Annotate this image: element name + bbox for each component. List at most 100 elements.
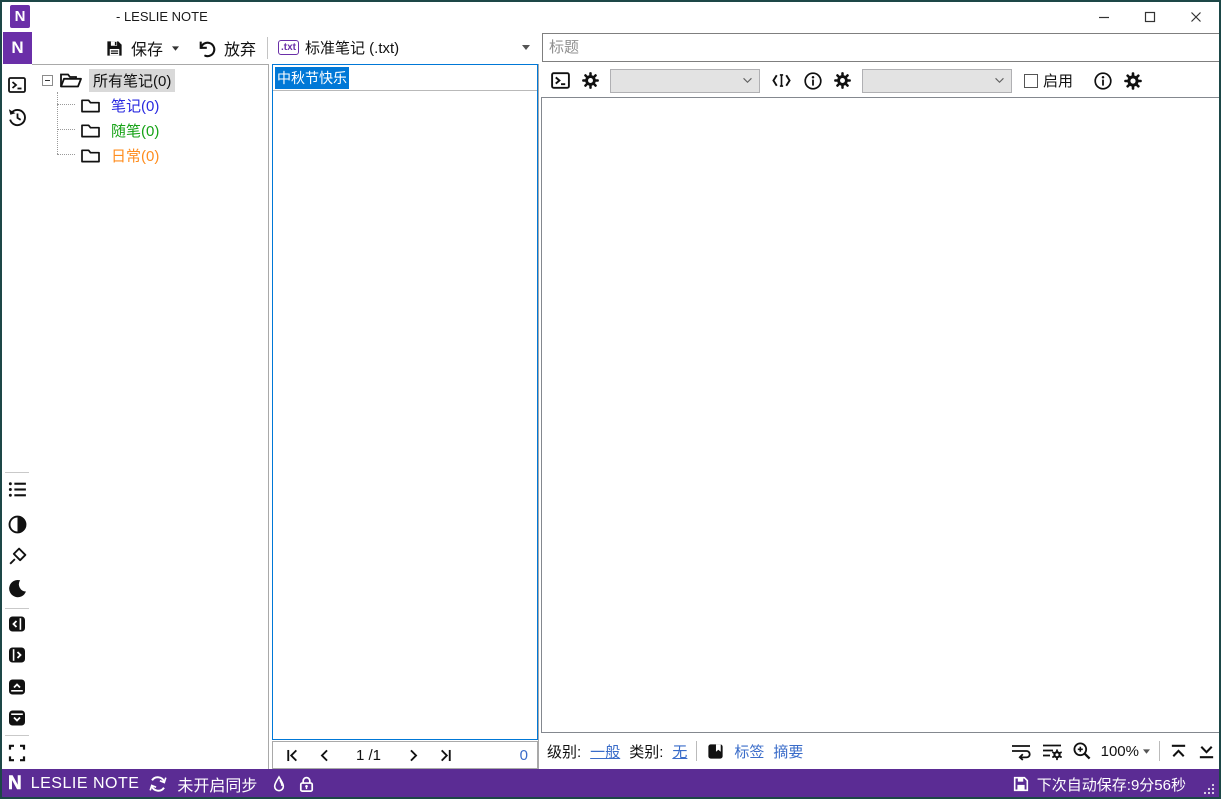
sidebar-separator [5, 735, 29, 736]
sidebar-separator [5, 472, 29, 473]
lock-icon[interactable] [297, 774, 316, 794]
scroll-to-top-icon[interactable] [1169, 742, 1188, 761]
tree-item-all-notes[interactable]: 所有笔记(0) [42, 68, 176, 92]
folder-icon [81, 98, 100, 112]
resize-grip[interactable] [1203, 783, 1215, 795]
word-wrap-icon[interactable] [1010, 741, 1032, 761]
editor-dropdown-1[interactable] [610, 68, 760, 93]
statusbar-app-name: LESLIE NOTE [30, 775, 140, 792]
category-label: 类别: [629, 743, 664, 761]
list-view-button[interactable] [6, 478, 28, 500]
zoom-in-icon[interactable] [1072, 741, 1092, 761]
note-editor[interactable] [541, 97, 1219, 733]
note-type-label: 标准笔记 (.txt) [305, 40, 400, 57]
maximize-button[interactable] [1127, 2, 1173, 32]
chevron-down-icon [743, 77, 752, 84]
note-count: 0 [519, 746, 528, 764]
folder-icon [81, 148, 100, 162]
icon-sidebar [2, 64, 32, 769]
window-controls [1081, 2, 1219, 32]
tree-collapse-icon[interactable] [42, 74, 53, 86]
category-value-link[interactable]: 无 [672, 741, 687, 762]
previous-page-button[interactable] [314, 745, 334, 765]
folder-open-icon [60, 73, 82, 88]
save-dropdown-caret[interactable] [172, 45, 180, 51]
gear-icon[interactable] [581, 71, 600, 90]
tree-item-label: 所有笔记(0) [89, 68, 176, 92]
enable-checkbox-label[interactable]: 启用 [1043, 70, 1073, 91]
tree-connector [57, 154, 75, 155]
level-label: 级别: [547, 743, 582, 761]
folder-tree: 所有笔记(0) 笔记(0) 随笔(0) 日常(0) [32, 64, 269, 769]
sync-status-text: 未开启同步 [177, 778, 258, 795]
editor-toolbar: 启用 [540, 64, 1219, 97]
discard-button[interactable]: 放弃 [224, 36, 256, 60]
gear-icon[interactable] [1123, 71, 1143, 91]
zoom-level-dropdown[interactable]: 100% [1101, 743, 1150, 760]
autosave-countdown: 下次自动保存:9分56秒 [1036, 776, 1186, 794]
next-page-button[interactable] [403, 745, 423, 765]
info-icon[interactable] [1093, 71, 1113, 91]
minimize-button[interactable] [1081, 2, 1127, 32]
toolbar-separator [267, 37, 268, 59]
app-logo-icon: N [10, 5, 30, 28]
tags-link[interactable]: 标签 [734, 741, 764, 762]
fullscreen-button[interactable] [6, 742, 28, 764]
sidebar-separator [5, 608, 29, 609]
dark-mode-moon-button[interactable] [6, 577, 28, 599]
info-icon[interactable] [803, 71, 823, 91]
save-button[interactable]: 保存 [131, 36, 163, 60]
text-cursor-icon[interactable] [770, 71, 793, 90]
tree-connector [57, 129, 75, 130]
note-type-dropdown[interactable]: .txt 标准笔记 (.txt) [272, 32, 536, 63]
enable-checkbox[interactable] [1024, 73, 1038, 88]
collapse-right-panel-button[interactable] [6, 644, 28, 666]
contrast-theme-button[interactable] [6, 513, 28, 535]
statusbar-logo-icon: N [8, 773, 22, 795]
sync-icon[interactable] [148, 774, 168, 794]
sidebar-app-logo-icon[interactable]: N [3, 32, 32, 64]
footer-separator [696, 741, 698, 761]
zoom-level-value: 100% [1100, 742, 1139, 760]
collapse-top-panel-button[interactable] [6, 676, 28, 698]
title-bar: N - LESLIE NOTE [2, 2, 1219, 32]
caret-down-icon [1143, 748, 1150, 754]
txt-file-icon: .txt [278, 40, 299, 55]
scroll-to-bottom-icon[interactable] [1197, 742, 1216, 761]
summary-link[interactable]: 摘要 [773, 741, 803, 762]
terminal-button[interactable] [550, 70, 571, 91]
tree-item-label: 笔记(0) [111, 97, 160, 115]
editor-dropdown-2[interactable] [862, 68, 1012, 93]
collapse-bottom-panel-button[interactable] [6, 707, 28, 729]
note-title-input[interactable] [542, 33, 1219, 62]
tree-item-notes[interactable]: 笔记(0) [80, 93, 163, 117]
terminal-button[interactable] [6, 74, 28, 96]
last-page-button[interactable] [435, 745, 455, 765]
tree-connector [57, 92, 58, 154]
editor-footer: 级别: 一般 类别: 无 标签 摘要 100% [540, 734, 1219, 768]
folder-icon [81, 123, 100, 137]
bookmark-icon[interactable] [706, 742, 725, 761]
gear-icon[interactable] [833, 71, 852, 90]
tree-item-label: 日常(0) [111, 147, 160, 165]
list-settings-icon[interactable] [1041, 741, 1063, 761]
footer-separator [1159, 741, 1160, 761]
collapse-left-panel-button[interactable] [6, 613, 28, 635]
level-value-link[interactable]: 一般 [590, 741, 620, 762]
pin-button[interactable] [6, 545, 28, 567]
tree-item-daily[interactable]: 日常(0) [80, 143, 163, 167]
close-button[interactable] [1173, 2, 1219, 32]
selected-note-title[interactable]: 中秋节快乐 [275, 66, 349, 89]
panel-divider [538, 64, 539, 769]
first-page-button[interactable] [282, 745, 302, 765]
app-window: N - LESLIE NOTE N 保存 放弃 .txt 标准笔记 (.txt)… [0, 0, 1221, 799]
undo-icon [196, 38, 217, 59]
tree-item-essays[interactable]: 随笔(0) [80, 118, 163, 142]
note-title-edit-row[interactable]: 中秋节快乐 [273, 65, 537, 91]
note-list: 中秋节快乐 [272, 64, 538, 740]
chevron-down-icon [995, 77, 1004, 84]
water-drop-icon[interactable] [270, 774, 288, 794]
page-indicator: 1 /1 [356, 746, 382, 764]
save-icon [105, 39, 124, 58]
history-icon[interactable] [6, 106, 28, 128]
